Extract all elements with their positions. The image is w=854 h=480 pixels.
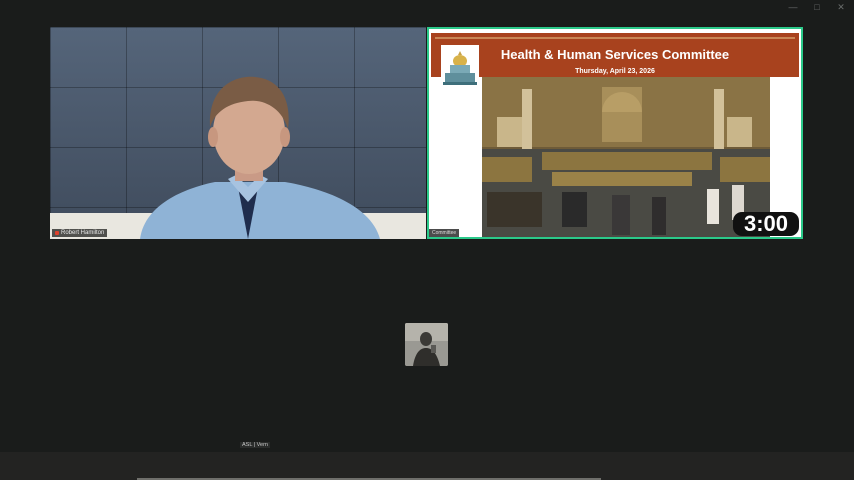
maximize-icon[interactable]: □ [812,2,822,12]
chamber-video [482,77,770,237]
speaker-figure [140,76,380,239]
participant-name: Robert Hamilton [61,230,105,236]
minimize-icon[interactable]: — [788,2,798,12]
countdown-timer: 3:00 [733,212,799,236]
close-icon[interactable]: ✕ [836,2,846,12]
thumbnail-figure [405,323,448,366]
mic-muted-icon [55,231,59,235]
participant-thumbnail[interactable] [405,323,448,366]
participant-name-tag: Robert Hamilton [52,229,108,237]
participant-video-tile[interactable]: Robert Hamilton [50,27,426,239]
capitol-logo-icon [441,45,479,89]
banner-title: Health & Human Services Committee [500,47,730,62]
feed-name-tag: Committee [429,229,460,237]
window-controls: — □ ✕ [788,2,846,13]
shared-feed-tile[interactable]: Health & Human Services Committee Thursd… [427,27,803,239]
banner-divider [435,37,795,39]
interpreter-label: ASL | Vern [240,442,270,448]
committee-banner: Health & Human Services Committee Thursd… [431,33,799,77]
banner-date: Thursday, April 23, 2026 [575,68,655,75]
meeting-toolbar [0,452,854,480]
